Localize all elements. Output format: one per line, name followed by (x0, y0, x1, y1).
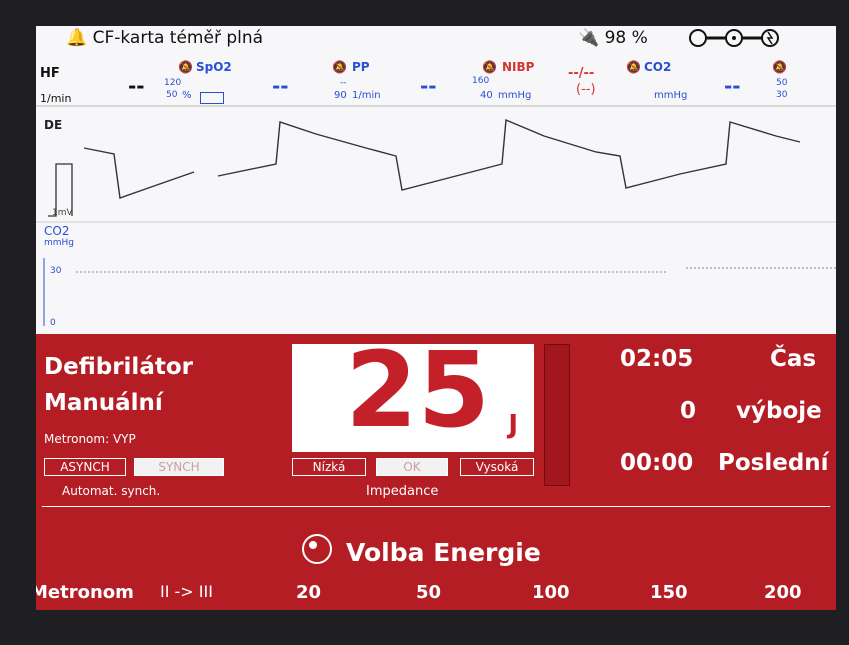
monitor-screen: 🔔 CF-karta téměř plná 🔌 98 % HF 1/min --… (36, 26, 836, 610)
co2-ref-value: 30 (50, 266, 62, 276)
energy-option-50[interactable]: 50 (416, 582, 441, 603)
energy-value: 25 (345, 329, 490, 451)
elapsed-time-label: Čas (770, 346, 817, 372)
co2-zero-value: 0 (50, 318, 56, 328)
impedance-label: Impedance (366, 484, 439, 499)
energy-display: 25 J (292, 338, 534, 452)
energy-option-150[interactable]: 150 (650, 582, 688, 603)
asynch-button[interactable]: ASYNCH (44, 458, 126, 476)
co2-wave-unit: mmHg (44, 238, 75, 248)
impedance-high-button[interactable]: Vysoká (460, 458, 534, 476)
energy-option-200[interactable]: 200 (764, 582, 802, 603)
charge-meter (544, 344, 570, 486)
last-shock-value: 00:00 (620, 450, 694, 476)
impedance-low-button[interactable]: Nízká (292, 458, 366, 476)
ecg-scale-label: 1mV (52, 208, 73, 218)
shock-count-label: výboje (736, 398, 822, 424)
shock-count-value: 0 (680, 398, 697, 424)
last-shock-label: Poslední (718, 450, 829, 476)
lead-softkey[interactable]: II -> III (160, 582, 213, 601)
energy-select-title: Volba Energie (346, 538, 541, 567)
energy-option-20[interactable]: 20 (296, 582, 321, 603)
elapsed-time-value: 02:05 (620, 346, 694, 372)
mode-title: Defibrilátor (44, 354, 193, 380)
synch-button[interactable]: SYNCH (134, 458, 224, 476)
energy-option-100[interactable]: 100 (532, 582, 570, 603)
co2-wave-label: CO2 (44, 224, 70, 238)
energy-select-knob-icon[interactable] (302, 534, 332, 564)
energy-unit: J (508, 410, 518, 440)
device-bezel: 🔔 CF-karta téměř plná 🔌 98 % HF 1/min --… (0, 0, 849, 645)
ecg-lead-label: DE (44, 118, 63, 132)
auto-synch-label: Automat. synch. (62, 484, 161, 498)
ecg-waveform (83, 118, 801, 199)
impedance-ok-button[interactable]: OK (376, 458, 448, 476)
defibrillator-panel: Defibrilátor Manuální Metronom: VYP ASYN… (36, 334, 836, 610)
mode-subtitle: Manuální (44, 390, 163, 416)
monitor-area: 🔔 CF-karta téměř plná 🔌 98 % HF 1/min --… (36, 26, 836, 334)
waveform-area (36, 105, 836, 326)
panel-divider (42, 506, 830, 507)
metronome-status: Metronom: VYP (44, 432, 136, 446)
metronome-softkey[interactable]: Metronom (36, 582, 134, 603)
